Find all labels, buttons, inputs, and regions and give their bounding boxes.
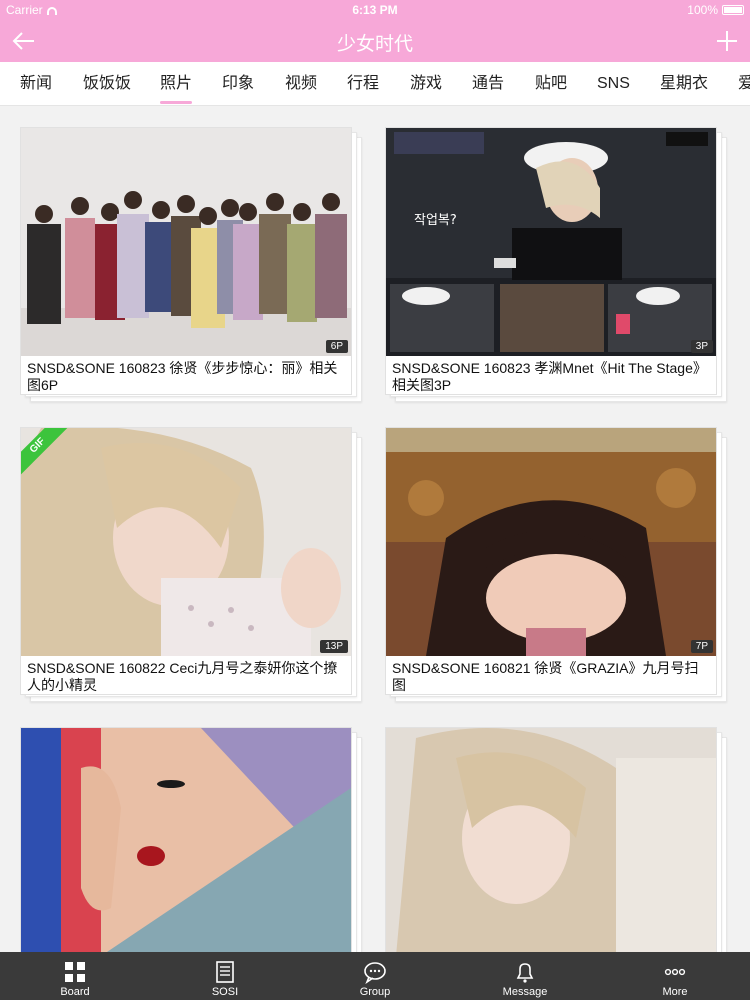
bell-icon [516,963,534,983]
post-caption: SNSD&SONE 160821 徐贤《GRAZIA》九月号扫图 [392,660,699,693]
post-thumbnail [386,428,716,656]
tab-fans[interactable]: 饭饭饭 [83,62,131,105]
post-card[interactable]: 작업복? 3P SNSD&SONE 160823 孝渊Mnet《Hit The … [385,127,727,402]
nav-message[interactable]: Message [450,952,600,1000]
photo-count-badge: 6P [325,340,348,353]
post-thumbnail [386,728,716,956]
grid-icon [65,962,85,982]
svg-text:작업복?: 작업복? [414,213,457,228]
nav-sosi[interactable]: SOSI [150,952,300,1000]
tab-photos[interactable]: 照片 [160,62,193,105]
card-body: 6P SNSD&SONE 160823 徐贤《步步惊心：丽》相关图6P [20,127,352,395]
add-icon[interactable] [714,28,740,54]
app-root: Carrier 6:13 PM 100% 少女时代 新闻 饭饭饭 照片 印象 视… [0,0,750,1000]
tab-schedule[interactable]: 行程 [347,62,379,105]
tab-announcements[interactable]: 通告 [472,62,504,105]
post-thumbnail [21,128,351,356]
battery-icon [722,5,744,15]
photo-count-badge: 3P [690,340,713,353]
tab-sns[interactable]: SNS [597,62,630,105]
status-bar: Carrier 6:13 PM 100% [0,0,750,20]
post-card[interactable]: 7P SNSD&SONE 160821 徐贤《GRAZIA》九月号扫图 [385,427,727,702]
tab-news[interactable]: 新闻 [20,62,52,105]
more-dots-icon [664,968,686,976]
post-card[interactable]: GIF 13P SNSD&SONE 160822 Ceci九月号之泰妍你这个撩人… [20,427,362,702]
photo-count-badge: 7P [690,640,713,653]
bottom-tab-bar: Board SOSI Group Message More [0,952,750,1000]
tab-games[interactable]: 游戏 [410,62,442,105]
card-body: GIF 13P SNSD&SONE 160822 Ceci九月号之泰妍你这个撩人… [20,427,352,695]
nav-label: Board [60,986,90,998]
post-thumbnail: 작업복? [386,128,716,356]
tab-impression[interactable]: 印象 [222,62,254,105]
photo-count-badge: 13P [320,640,348,653]
battery-indicator: 100% [687,3,744,17]
post-caption: SNSD&SONE 160822 Ceci九月号之泰妍你这个撩人的小精灵 [27,660,338,693]
post-thumbnail [21,428,351,656]
chat-bubble-icon [364,962,386,984]
page-title: 少女时代 [336,34,413,55]
nav-label: More [662,986,688,998]
card-body: 작업복? 3P SNSD&SONE 160823 孝渊Mnet《Hit The … [385,127,717,395]
post-caption: SNSD&SONE 160823 徐贤《步步惊心：丽》相关图6P [27,360,338,393]
category-tabs: 新闻 饭饭饭 照片 印象 视频 行程 游戏 通告 贴吧 SNS 星期衣 爱 [0,62,750,106]
nav-board[interactable]: Board [0,952,150,1000]
status-time: 6:13 PM [352,3,398,17]
nav-label: Message [502,986,548,998]
tab-video[interactable]: 视频 [285,62,317,105]
post-thumbnail [21,728,351,956]
nav-label: Group [359,986,391,998]
document-icon [216,961,234,983]
post-card[interactable]: 6P SNSD&SONE 160823 徐贤《步步惊心：丽》相关图6P [20,127,362,402]
tab-weekly-outfit[interactable]: 星期衣 [660,62,708,105]
tab-more-cut[interactable]: 爱 [738,62,750,105]
nav-more[interactable]: More [600,952,750,1000]
nav-group[interactable]: Group [300,952,450,1000]
card-body: 7P SNSD&SONE 160821 徐贤《GRAZIA》九月号扫图 [385,427,717,695]
nav-label: SOSI [211,986,239,998]
post-caption: SNSD&SONE 160823 孝渊Mnet《Hit The Stage》相关… [392,360,707,393]
tab-forum[interactable]: 贴吧 [535,62,567,105]
nav-header: 少女时代 [0,20,750,62]
